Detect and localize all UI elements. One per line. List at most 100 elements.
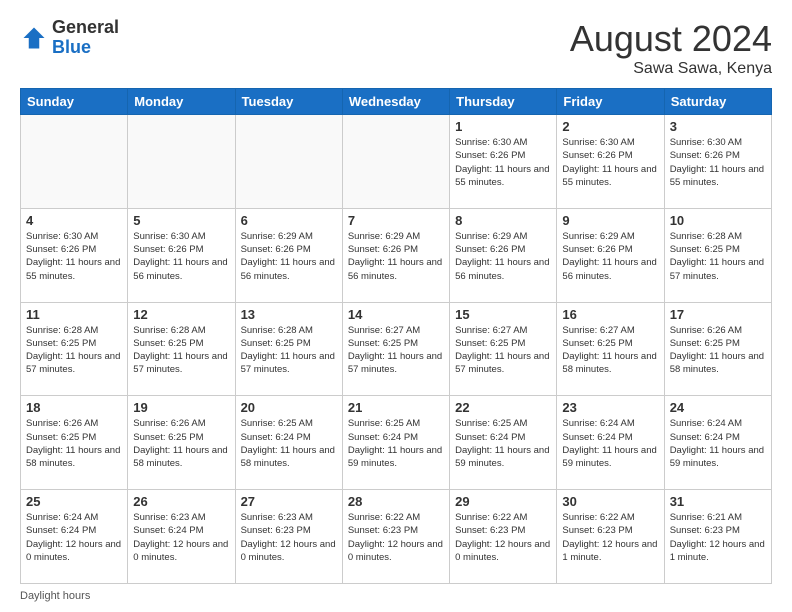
day-number: 27: [241, 494, 337, 509]
calendar-cell: [235, 115, 342, 209]
calendar-cell: 31Sunrise: 6:21 AM Sunset: 6:23 PM Dayli…: [664, 490, 771, 584]
day-info: Sunrise: 6:25 AM Sunset: 6:24 PM Dayligh…: [455, 417, 551, 470]
day-info: Sunrise: 6:30 AM Sunset: 6:26 PM Dayligh…: [670, 136, 766, 189]
calendar-cell: 8 Sunrise: 6:29 AM Sunset: 6:26 PM Daylig…: [450, 208, 557, 302]
calendar-cell: 3 Sunrise: 6:30 AM Sunset: 6:26 PM Daylig…: [664, 115, 771, 209]
location-title: Sawa Sawa, Kenya: [570, 60, 772, 78]
col-thursday: Thursday: [450, 89, 557, 115]
day-number: 7: [348, 213, 444, 228]
day-info: Sunrise: 6:28 AM Sunset: 6:25 PM Dayligh…: [26, 324, 122, 377]
calendar-cell: 1 Sunrise: 6:30 AM Sunset: 6:26 PM Daylig…: [450, 115, 557, 209]
calendar-week-row: 1 Sunrise: 6:30 AM Sunset: 6:26 PM Daylig…: [21, 115, 772, 209]
day-number: 1: [455, 119, 551, 134]
day-number: 21: [348, 400, 444, 415]
calendar-cell: 29 Sunrise: 6:22 AM Sunset: 6:23 PM Dayli…: [450, 490, 557, 584]
calendar-cell: [128, 115, 235, 209]
day-info: Sunrise: 6:22 AM Sunset: 6:23 PM Dayligh…: [455, 511, 551, 564]
calendar-cell: 22Sunrise: 6:25 AM Sunset: 6:24 PM Dayli…: [450, 396, 557, 490]
day-info: Sunrise: 6:23 AM Sunset: 6:24 PM Dayligh…: [133, 511, 229, 564]
logo-text: General Blue: [52, 18, 119, 58]
calendar-cell: 18Sunrise: 6:26 AM Sunset: 6:25 PM Dayli…: [21, 396, 128, 490]
day-number: 3: [670, 119, 766, 134]
calendar-cell: 23 Sunrise: 6:24 AM Sunset: 6:24 PM Dayli…: [557, 396, 664, 490]
calendar-week-row: 11 Sunrise: 6:28 AM Sunset: 6:25 PM Dayli…: [21, 302, 772, 396]
calendar-cell: 16 Sunrise: 6:27 AM Sunset: 6:25 PM Dayli…: [557, 302, 664, 396]
day-number: 30: [562, 494, 658, 509]
day-info: Sunrise: 6:25 AM Sunset: 6:24 PM Dayligh…: [241, 417, 337, 470]
logo: General Blue: [20, 18, 119, 58]
day-number: 23: [562, 400, 658, 415]
calendar-cell: 4 Sunrise: 6:30 AM Sunset: 6:26 PM Daylig…: [21, 208, 128, 302]
calendar-cell: 2Sunrise: 6:30 AM Sunset: 6:26 PM Daylig…: [557, 115, 664, 209]
day-number: 11: [26, 307, 122, 322]
calendar-cell: 11 Sunrise: 6:28 AM Sunset: 6:25 PM Dayli…: [21, 302, 128, 396]
logo-icon: [20, 24, 48, 52]
day-number: 10: [670, 213, 766, 228]
day-info: Sunrise: 6:30 AM Sunset: 6:26 PM Dayligh…: [26, 230, 122, 283]
title-block: August 2024 Sawa Sawa, Kenya: [570, 18, 772, 78]
day-info: Sunrise: 6:28 AM Sunset: 6:25 PM Dayligh…: [670, 230, 766, 283]
day-info: Sunrise: 6:23 AM Sunset: 6:23 PM Dayligh…: [241, 511, 337, 564]
day-info: Sunrise: 6:26 AM Sunset: 6:25 PM Dayligh…: [670, 324, 766, 377]
day-info: Sunrise: 6:29 AM Sunset: 6:26 PM Dayligh…: [455, 230, 551, 283]
calendar-cell: 13 Sunrise: 6:28 AM Sunset: 6:25 PM Dayli…: [235, 302, 342, 396]
day-number: 26: [133, 494, 229, 509]
calendar-cell: [21, 115, 128, 209]
day-number: 14: [348, 307, 444, 322]
calendar-cell: 30 Sunrise: 6:22 AM Sunset: 6:23 PM Dayli…: [557, 490, 664, 584]
calendar-cell: 9Sunrise: 6:29 AM Sunset: 6:26 PM Daylig…: [557, 208, 664, 302]
calendar-cell: 28 Sunrise: 6:22 AM Sunset: 6:23 PM Dayli…: [342, 490, 449, 584]
page: General Blue August 2024 Sawa Sawa, Keny…: [0, 0, 792, 612]
day-number: 25: [26, 494, 122, 509]
calendar-cell: 25 Sunrise: 6:24 AM Sunset: 6:24 PM Dayli…: [21, 490, 128, 584]
col-monday: Monday: [128, 89, 235, 115]
day-info: Sunrise: 6:27 AM Sunset: 6:25 PM Dayligh…: [455, 324, 551, 377]
calendar-cell: 15 Sunrise: 6:27 AM Sunset: 6:25 PM Dayli…: [450, 302, 557, 396]
day-number: 9: [562, 213, 658, 228]
day-info: Sunrise: 6:22 AM Sunset: 6:23 PM Dayligh…: [348, 511, 444, 564]
day-info: Sunrise: 6:26 AM Sunset: 6:25 PM Dayligh…: [26, 417, 122, 470]
calendar-cell: 27 Sunrise: 6:23 AM Sunset: 6:23 PM Dayli…: [235, 490, 342, 584]
day-info: Sunrise: 6:24 AM Sunset: 6:24 PM Dayligh…: [562, 417, 658, 470]
col-sunday: Sunday: [21, 89, 128, 115]
day-number: 19: [133, 400, 229, 415]
day-number: 12: [133, 307, 229, 322]
calendar-week-row: 4 Sunrise: 6:30 AM Sunset: 6:26 PM Daylig…: [21, 208, 772, 302]
header: General Blue August 2024 Sawa Sawa, Keny…: [20, 18, 772, 78]
calendar-cell: 12 Sunrise: 6:28 AM Sunset: 6:25 PM Dayli…: [128, 302, 235, 396]
calendar-cell: 19Sunrise: 6:26 AM Sunset: 6:25 PM Dayli…: [128, 396, 235, 490]
day-info: Sunrise: 6:30 AM Sunset: 6:26 PM Dayligh…: [455, 136, 551, 189]
calendar-cell: 17 Sunrise: 6:26 AM Sunset: 6:25 PM Dayli…: [664, 302, 771, 396]
day-number: 20: [241, 400, 337, 415]
day-number: 29: [455, 494, 551, 509]
calendar-table: Sunday Monday Tuesday Wednesday Thursday…: [20, 88, 772, 584]
logo-general: General: [52, 18, 119, 38]
day-number: 4: [26, 213, 122, 228]
day-number: 8: [455, 213, 551, 228]
day-info: Sunrise: 6:27 AM Sunset: 6:25 PM Dayligh…: [348, 324, 444, 377]
day-info: Sunrise: 6:28 AM Sunset: 6:25 PM Dayligh…: [133, 324, 229, 377]
calendar-cell: 5 Sunrise: 6:30 AM Sunset: 6:26 PM Daylig…: [128, 208, 235, 302]
col-saturday: Saturday: [664, 89, 771, 115]
calendar-cell: 24Sunrise: 6:24 AM Sunset: 6:24 PM Dayli…: [664, 396, 771, 490]
col-tuesday: Tuesday: [235, 89, 342, 115]
day-info: Sunrise: 6:30 AM Sunset: 6:26 PM Dayligh…: [133, 230, 229, 283]
calendar-cell: 7Sunrise: 6:29 AM Sunset: 6:26 PM Daylig…: [342, 208, 449, 302]
day-number: 31: [670, 494, 766, 509]
day-info: Sunrise: 6:24 AM Sunset: 6:24 PM Dayligh…: [670, 417, 766, 470]
day-info: Sunrise: 6:22 AM Sunset: 6:23 PM Dayligh…: [562, 511, 658, 564]
day-info: Sunrise: 6:27 AM Sunset: 6:25 PM Dayligh…: [562, 324, 658, 377]
day-number: 2: [562, 119, 658, 134]
day-number: 16: [562, 307, 658, 322]
calendar-cell: 14 Sunrise: 6:27 AM Sunset: 6:25 PM Dayli…: [342, 302, 449, 396]
day-number: 28: [348, 494, 444, 509]
calendar-body: 1 Sunrise: 6:30 AM Sunset: 6:26 PM Daylig…: [21, 115, 772, 584]
calendar-week-row: 18Sunrise: 6:26 AM Sunset: 6:25 PM Dayli…: [21, 396, 772, 490]
day-number: 17: [670, 307, 766, 322]
day-number: 15: [455, 307, 551, 322]
col-friday: Friday: [557, 89, 664, 115]
day-info: Sunrise: 6:24 AM Sunset: 6:24 PM Dayligh…: [26, 511, 122, 564]
day-number: 13: [241, 307, 337, 322]
day-info: Sunrise: 6:28 AM Sunset: 6:25 PM Dayligh…: [241, 324, 337, 377]
day-number: 5: [133, 213, 229, 228]
